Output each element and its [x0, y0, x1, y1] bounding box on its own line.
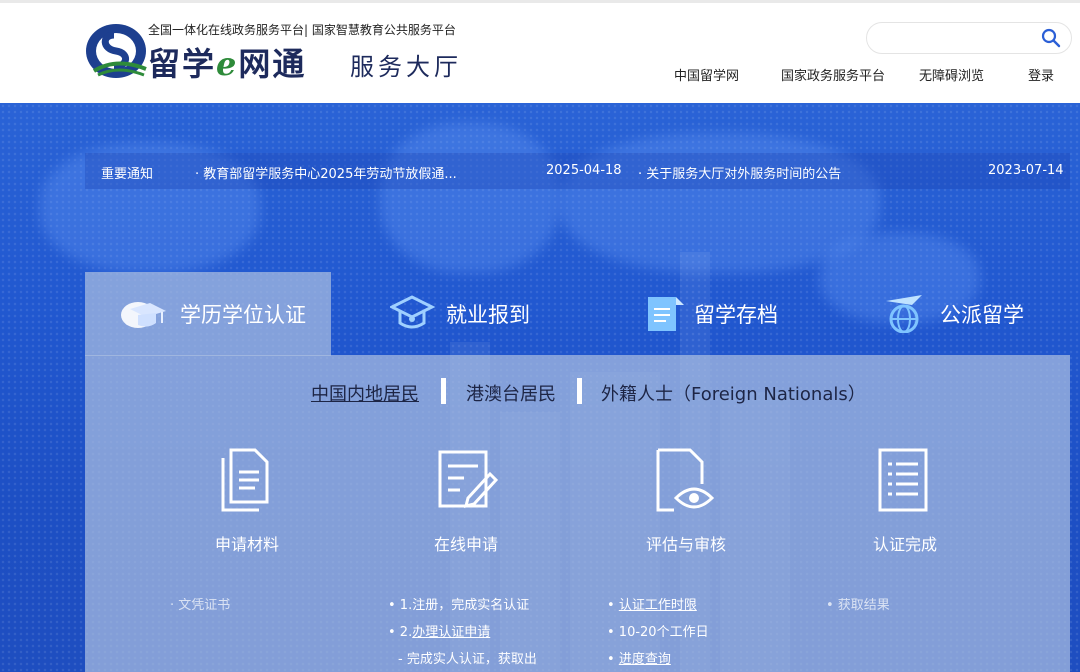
subtab-foreign-nationals[interactable]: 外籍人士（Foreign Nationals）	[601, 380, 866, 406]
step-label-complete: 认证完成	[872, 535, 938, 554]
documents-icon	[221, 448, 269, 512]
tab-government-sponsored-study[interactable]: 公派留学	[882, 285, 1042, 341]
search-box[interactable]	[866, 22, 1072, 54]
list-item: • 1.注册，完成实名认证	[388, 598, 530, 613]
brand-title-part1: 留学	[148, 45, 217, 83]
step-label-materials: 申请材料	[214, 535, 280, 554]
step-label-online-application: 在线申请	[433, 535, 499, 554]
brand-subtitle: 服务大厅	[350, 53, 462, 81]
map-continent	[380, 123, 560, 273]
search-icon[interactable]	[1041, 28, 1061, 48]
list-bullet: •	[607, 652, 619, 667]
nav-link-login[interactable]: 登录	[1028, 65, 1054, 84]
online-form-icon	[438, 450, 498, 509]
tab-employment-report[interactable]: 就业报到	[390, 285, 540, 341]
tab-label: 就业报到	[446, 303, 530, 327]
list-item: • 10-20个工作日	[607, 625, 709, 640]
tab-label: 公派留学	[940, 303, 1024, 327]
tab-label: 学历学位认证	[180, 303, 306, 327]
notice-date: 2023-07-14	[988, 163, 1064, 178]
hero-section: 重要通知 · 教育部留学服务中心2025年劳动节放假通... 2025-04-1…	[0, 103, 1080, 672]
brand-title-e: e	[216, 45, 239, 83]
notice-bar: 重要通知 · 教育部留学服务中心2025年劳动节放假通... 2025-04-1…	[85, 153, 1070, 189]
notice-link[interactable]: · 教育部留学服务中心2025年劳动节放假通...	[195, 163, 457, 182]
nav-link-accessibility[interactable]: 无障碍浏览	[919, 65, 984, 84]
subtab-mainland-residents[interactable]: 中国内地居民	[311, 380, 419, 406]
brand-title-part2: 网通	[238, 45, 307, 83]
list-item: • 进度查询	[607, 646, 709, 672]
list-bullet: •	[607, 598, 619, 613]
notice-label: 重要通知	[101, 167, 154, 182]
search-input[interactable]	[881, 29, 1035, 49]
notice-date: 2025-04-18	[546, 163, 622, 178]
nav-link-cscse[interactable]: 中国留学网	[674, 65, 739, 84]
header: 全国一体化在线政务服务平台| 国家智慧教育公共服务平台 留学e网通 服务大厅 中…	[0, 0, 1080, 103]
review-eye-icon	[656, 448, 715, 512]
graduation-cap-icon	[121, 302, 166, 328]
complete-list: • 获取结果	[826, 592, 890, 619]
list-item: - 完成实人认证，获取出	[398, 652, 537, 667]
nav-link-gov-platform[interactable]: 国家政务服务平台	[781, 65, 885, 84]
apply-certification-link[interactable]: 办理认证申请	[412, 625, 490, 640]
document-archive-icon	[648, 297, 684, 331]
online-application-list: • 1.注册，完成实名认证 • 2.办理认证申请 - 完成实人认证，获取出	[388, 592, 537, 672]
notice-link[interactable]: · 关于服务大厅对外服务时间的公告	[638, 163, 841, 182]
processing-time-link[interactable]: 认证工作时限	[619, 598, 697, 613]
list-item: · 文凭证书	[170, 598, 231, 613]
brand-title: 留学e网通	[148, 39, 306, 85]
subtab-hk-macao-taiwan[interactable]: 港澳台居民	[466, 380, 556, 406]
subtab-divider	[577, 378, 582, 404]
airplane-globe-icon	[886, 295, 922, 333]
list-item: • 获取结果	[826, 598, 890, 613]
progress-query-link[interactable]: 进度查询	[619, 652, 671, 667]
graduation-cap-icon	[390, 295, 436, 329]
subtab-divider	[441, 378, 446, 404]
list-item-prefix: • 2.	[388, 625, 413, 640]
list-item: • 2.办理认证申请	[388, 619, 537, 646]
list-item: • 认证工作时限	[607, 592, 709, 619]
materials-list: · 文凭证书	[170, 592, 230, 619]
platform-slogan: 全国一体化在线政务服务平台| 国家智慧教育公共服务平台	[148, 23, 456, 37]
tab-study-abroad-archive[interactable]: 留学存档	[644, 285, 794, 341]
evaluation-list: • 认证工作时限 • 10-20个工作日 • 进度查询	[607, 592, 709, 672]
step-label-evaluation: 评估与审核	[645, 535, 727, 554]
certificate-list-icon	[878, 448, 928, 512]
tab-label: 留学存档	[694, 303, 778, 327]
logo-icon[interactable]	[84, 21, 156, 81]
tab-degree-verification[interactable]: 学历学位认证	[120, 285, 320, 341]
